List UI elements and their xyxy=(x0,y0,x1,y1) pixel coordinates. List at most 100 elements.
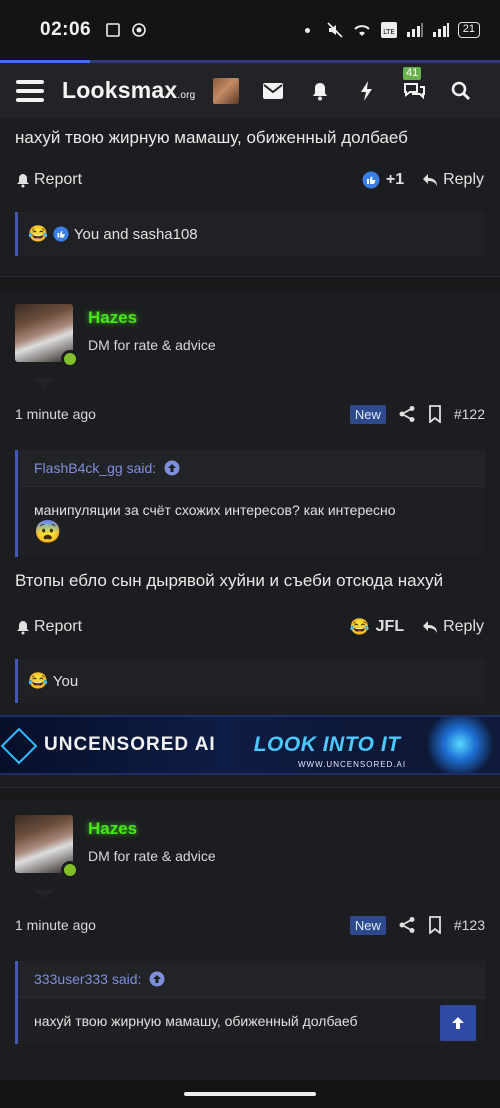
post-message: Втопы ебло сын дырявой хуйни и съеби отс… xyxy=(15,571,444,590)
post: нахуй твою жирную мамашу, обиженный долб… xyxy=(0,118,500,276)
bookmark-icon[interactable] xyxy=(428,405,442,423)
bookmark-icon[interactable] xyxy=(428,916,442,934)
whats-new-button[interactable] xyxy=(343,71,390,111)
system-nav-bar xyxy=(0,1080,500,1108)
arrow-up-circle-icon[interactable] xyxy=(149,971,165,987)
chat-button[interactable]: 41 xyxy=(390,66,437,111)
quote-author: FlashB4ck_gg said: xyxy=(34,460,157,476)
signal-icon-2 xyxy=(432,23,449,37)
author-arrow xyxy=(32,889,56,899)
ad-url: WWW.UNCENSORED.AI xyxy=(298,760,407,769)
bell-icon xyxy=(17,620,29,634)
ad-banner[interactable]: UNCENSORED AI LOOK INTO IT WWW.UNCENSORE… xyxy=(0,715,500,775)
scroll-to-top-button[interactable] xyxy=(440,1005,476,1041)
username-link[interactable]: Hazes xyxy=(88,819,216,839)
author-arrow xyxy=(32,378,56,388)
like-icon xyxy=(53,226,69,242)
alerts-button[interactable] xyxy=(296,71,343,111)
site-logo[interactable]: Looksmax.org xyxy=(62,77,195,104)
quote-header[interactable]: FlashB4ck_gg said: xyxy=(18,450,485,487)
laughing-emoji-icon: 😂 xyxy=(349,619,370,636)
new-badge: New xyxy=(349,915,386,935)
laughing-emoji-icon: 😂 xyxy=(28,673,48,690)
quote-author: 333user333 said: xyxy=(34,971,142,987)
online-indicator xyxy=(61,350,79,368)
notification-dot xyxy=(304,27,310,33)
quote-block: 333user333 said: нахуй твою жирную мамаш… xyxy=(15,961,485,1044)
status-bar: 02:06 LTE 21 xyxy=(0,0,500,60)
reply-icon xyxy=(423,621,438,633)
quote-block: FlashB4ck_gg said: манипуляции за счёт с… xyxy=(15,450,485,557)
post: Hazes DM for rate & advice 1 minute ago … xyxy=(0,801,500,1044)
signal-icon xyxy=(406,23,423,37)
avatar xyxy=(212,77,239,104)
bell-icon xyxy=(312,82,327,100)
post-message: нахуй твою жирную мамашу, обиженный долб… xyxy=(15,128,408,147)
reactions-text: You and sasha108 xyxy=(73,225,198,243)
post-separator xyxy=(0,787,500,801)
post-author: Hazes DM for rate & advice xyxy=(0,290,500,368)
mute-icon xyxy=(327,22,343,38)
inbox-button[interactable] xyxy=(249,71,296,111)
post-separator xyxy=(0,276,500,290)
home-gesture-handle[interactable] xyxy=(184,1092,316,1096)
lte-icon: LTE xyxy=(380,22,397,38)
notification-count-badge: 41 xyxy=(403,66,422,80)
quote-text: нахуй твою жирную мамашу, обиженный долб… xyxy=(34,1013,358,1029)
site-header: Looksmax.org 41 xyxy=(0,60,500,118)
reactions-text: You xyxy=(52,672,79,690)
thread-content: нахуй твою жирную мамашу, обиженный долб… xyxy=(0,118,500,1080)
user-title: DM for rate & advice xyxy=(88,337,216,353)
post-time[interactable]: 1 minute ago xyxy=(15,917,96,933)
like-icon xyxy=(362,171,380,189)
bell-icon xyxy=(17,173,29,187)
report-button[interactable]: Report xyxy=(16,171,82,189)
user-title: DM for rate & advice xyxy=(88,848,216,864)
arrow-up-circle-icon[interactable] xyxy=(164,460,180,476)
post: Hazes DM for rate & advice 1 minute ago … xyxy=(0,290,500,703)
share-icon[interactable] xyxy=(398,916,416,934)
new-badge: New xyxy=(349,404,386,424)
ad-right-text: LOOK INTO IT xyxy=(253,733,401,756)
post-time[interactable]: 1 minute ago xyxy=(15,406,96,422)
post-meta: 1 minute ago New #122 xyxy=(0,392,500,436)
envelope-icon xyxy=(262,82,283,99)
account-button[interactable] xyxy=(202,71,249,111)
bolt-icon xyxy=(360,80,372,101)
post-number[interactable]: #122 xyxy=(454,406,485,422)
reply-button[interactable]: Reply xyxy=(422,618,484,636)
wifi-icon xyxy=(354,25,370,36)
online-indicator xyxy=(61,861,79,879)
username-link[interactable]: Hazes xyxy=(88,308,216,328)
reactions-summary[interactable]: 😂 You and sasha108 xyxy=(15,212,485,256)
post-number[interactable]: #123 xyxy=(454,917,485,933)
quote-header[interactable]: 333user333 said: xyxy=(18,961,485,998)
user-avatar[interactable] xyxy=(15,815,79,879)
battery-indicator: 21 xyxy=(457,22,480,38)
search-button[interactable] xyxy=(437,71,484,111)
post-author: Hazes DM for rate & advice xyxy=(0,801,500,879)
astonished-emoji-icon: 😨 xyxy=(34,519,62,544)
search-icon xyxy=(451,81,470,100)
app-icon xyxy=(132,23,146,37)
reply-icon xyxy=(423,174,438,186)
laughing-emoji-icon: 😂 xyxy=(28,226,48,243)
post-actions: Report 😂 JFL Reply xyxy=(0,607,500,647)
share-icon[interactable] xyxy=(398,405,416,423)
quote-text: манипуляции за счёт схожих интересов? ка… xyxy=(34,502,396,544)
reaction-button[interactable]: 😂 JFL xyxy=(350,617,404,637)
status-time: 02:06 xyxy=(40,19,92,40)
reaction-button[interactable]: +1 xyxy=(362,171,404,189)
screenshot-icon xyxy=(106,23,120,37)
menu-icon[interactable] xyxy=(16,79,44,102)
post-actions: Report +1 Reply xyxy=(0,160,500,200)
user-avatar[interactable] xyxy=(15,304,79,368)
mushroom-cloud-icon xyxy=(420,717,500,773)
svg-text:LTE: LTE xyxy=(383,28,395,36)
report-button[interactable]: Report xyxy=(16,618,82,636)
reaction-count: +1 xyxy=(385,171,405,188)
reply-button[interactable]: Reply xyxy=(422,171,484,189)
post-meta: 1 minute ago New #123 xyxy=(0,903,500,947)
arrow-up-icon xyxy=(452,1017,464,1029)
reactions-summary[interactable]: 😂 You xyxy=(15,659,485,703)
